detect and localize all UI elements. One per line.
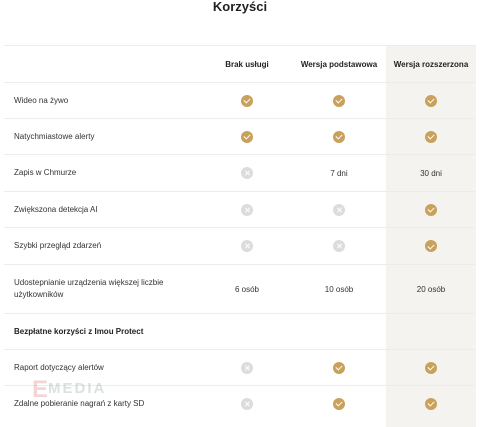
table-header-row: Brak usługi Wersja podstawowa Wersja roz… bbox=[4, 45, 476, 82]
feature-rows: Wideo na żywo Natychmiastowe alerty Zapis … bbox=[4, 82, 476, 313]
section-header-row: Bezpłatne korzyści z Imou Protect bbox=[4, 313, 476, 349]
check-icon bbox=[425, 361, 437, 374]
table-row: Raport dotyczący alertów bbox=[4, 349, 476, 385]
check-icon bbox=[333, 130, 345, 143]
cross-icon bbox=[241, 167, 253, 179]
column-header-extended: Wersja rozszerzona bbox=[393, 59, 469, 69]
table-cell bbox=[386, 361, 476, 374]
check-icon bbox=[333, 397, 345, 410]
table-cell bbox=[386, 94, 476, 107]
column-header-basic: Wersja podstawowa bbox=[300, 59, 378, 69]
check-icon bbox=[241, 94, 253, 107]
table-cell bbox=[386, 130, 476, 143]
table-cell-value: 6 osób bbox=[234, 284, 260, 294]
table-row: Natychmiastowe alerty bbox=[4, 118, 476, 154]
table-cell bbox=[292, 203, 386, 216]
table-row: Zapis w Chmurze 7 dni 30 dni bbox=[4, 154, 476, 191]
table-cell-value: 20 osób bbox=[416, 284, 446, 294]
cross-icon bbox=[333, 203, 345, 216]
cross-icon bbox=[241, 397, 253, 410]
check-icon bbox=[425, 130, 437, 143]
table-cell bbox=[202, 167, 292, 179]
table-cell bbox=[292, 240, 386, 252]
table-row: Udostepnianie urządzenia większej liczbi… bbox=[4, 264, 476, 313]
row-label: Zapis w Chmurze bbox=[14, 168, 77, 177]
row-label: Zdalne pobieranie nagrań z karty SD bbox=[14, 398, 145, 408]
comparison-table: Brak usługi Wersja podstawowa Wersja roz… bbox=[4, 45, 476, 421]
table-cell-value: 7 dni bbox=[330, 168, 348, 178]
check-icon bbox=[241, 130, 253, 143]
table-cell bbox=[202, 203, 292, 216]
table-cell bbox=[202, 240, 292, 252]
cross-icon bbox=[241, 361, 253, 374]
table-cell bbox=[292, 361, 386, 374]
row-label: Zwiększona detekcja AI bbox=[14, 204, 98, 214]
row-label: Udostepnianie urządzenia większej liczbi… bbox=[14, 278, 164, 299]
check-icon bbox=[425, 203, 437, 216]
table-row: Szybki przegląd zdarzeń bbox=[4, 227, 476, 264]
check-icon bbox=[425, 94, 437, 107]
table-row: Zdalne pobieranie nagrań z karty SD bbox=[4, 385, 476, 421]
row-label: Natychmiastowe alerty bbox=[14, 131, 95, 141]
table-cell-value: 10 osób bbox=[324, 284, 354, 294]
cross-icon bbox=[333, 240, 345, 252]
cross-icon bbox=[241, 203, 253, 216]
check-icon bbox=[333, 94, 345, 107]
table-cell bbox=[386, 203, 476, 216]
table-cell bbox=[292, 397, 386, 410]
table-cell bbox=[202, 130, 292, 143]
table-row: Wideo na żywo bbox=[4, 82, 476, 118]
table-row: Zwiększona detekcja AI bbox=[4, 191, 476, 227]
table-cell bbox=[202, 397, 292, 410]
column-header-no-service: Brak usługi bbox=[225, 59, 269, 69]
table-cell bbox=[386, 240, 476, 252]
section-title: Bezpłatne korzyści z Imou Protect bbox=[14, 326, 144, 336]
row-label: Szybki przegląd zdarzeń bbox=[14, 241, 102, 250]
free-benefit-rows: Raport dotyczący alertów Zdalne pobierani… bbox=[4, 349, 476, 421]
table-cell bbox=[292, 94, 386, 107]
table-cell bbox=[292, 130, 386, 143]
table-cell-value: 30 dni bbox=[420, 168, 442, 178]
table-cell bbox=[386, 397, 476, 410]
cross-icon bbox=[241, 240, 253, 252]
row-label: Wideo na żywo bbox=[14, 95, 69, 105]
page-title: Korzyści bbox=[212, 0, 268, 14]
check-icon bbox=[333, 361, 345, 374]
table-cell bbox=[202, 94, 292, 107]
check-icon bbox=[425, 240, 437, 252]
check-icon bbox=[425, 397, 437, 410]
row-label: Raport dotyczący alertów bbox=[14, 362, 104, 372]
table-cell bbox=[202, 361, 292, 374]
